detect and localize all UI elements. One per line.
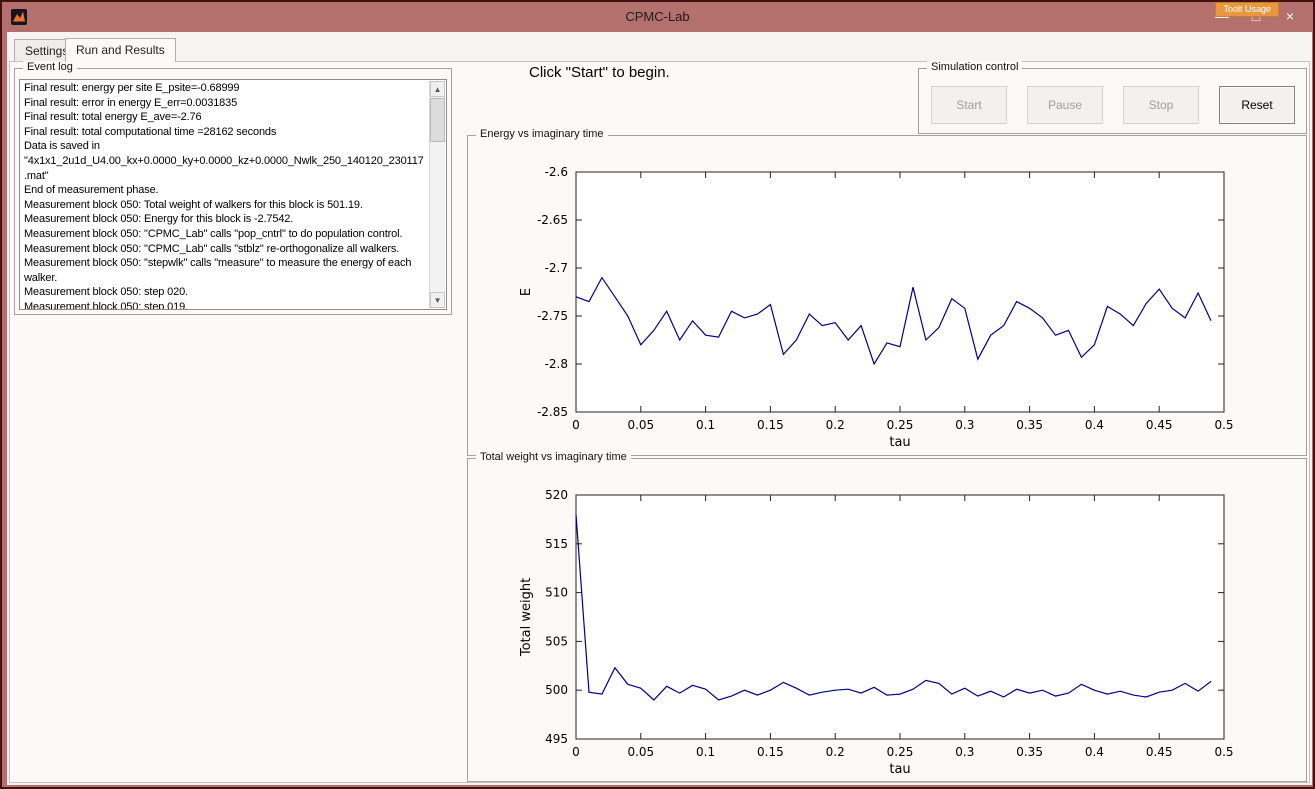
start-button[interactable]: Start <box>931 86 1007 124</box>
svg-text:0: 0 <box>572 418 580 432</box>
log-line: Measurement block 050: Energy for this b… <box>24 212 424 227</box>
log-line: Final result: total energy E_ave=-2.76 <box>24 110 424 125</box>
svg-text:tau: tau <box>889 762 910 777</box>
energy-chart: 0 0.05 0.1 0.15 0.2 0.25 0.3 0.35 0.4 0.45 0.5 -2.8… <box>468 136 1306 454</box>
svg-text:0.4: 0.4 <box>1085 745 1104 759</box>
scroll-up-icon[interactable]: ▲ <box>430 81 445 97</box>
simulation-control-group: Simulation control Start Pause Stop Rese… <box>918 68 1307 134</box>
window-title: CPMC-Lab <box>2 2 1313 32</box>
svg-text:0.1: 0.1 <box>696 418 715 432</box>
svg-text:-2.85: -2.85 <box>537 405 568 419</box>
app-window: CPMC-Lab — □ × Toolt Usage Settings Run … <box>0 0 1315 789</box>
tooltip: Toolt Usage <box>1215 2 1279 17</box>
matlab-app-icon <box>11 9 27 25</box>
event-log-scrollbar[interactable]: ▲ ▼ <box>429 81 445 308</box>
log-line: Final result: energy per site E_psite=-0… <box>24 81 424 96</box>
energy-chart-group: Energy vs imaginary time 00.050.10.150.2… <box>467 135 1307 456</box>
log-line: Measurement block 050: step 020. <box>24 285 424 300</box>
svg-text:0.5: 0.5 <box>1214 745 1233 759</box>
event-log-text[interactable]: Final result: energy per site E_psite=-0… <box>19 79 447 310</box>
svg-text:tau: tau <box>889 435 910 450</box>
log-line: Final result: error in energy E_err=0.00… <box>24 96 424 111</box>
status-message: Click "Start" to begin. <box>529 64 670 81</box>
svg-text:515: 515 <box>545 537 568 551</box>
svg-text:520: 520 <box>545 488 568 502</box>
log-line: Final result: total computational time =… <box>24 125 424 140</box>
svg-text:-2.6: -2.6 <box>545 165 568 179</box>
stop-button[interactable]: Stop <box>1123 86 1199 124</box>
svg-text:505: 505 <box>545 634 568 648</box>
titlebar: CPMC-Lab — □ × Toolt Usage <box>2 2 1313 32</box>
svg-text:0.5: 0.5 <box>1214 418 1233 432</box>
log-line: Measurement block 050: step 019. <box>24 300 424 310</box>
scroll-thumb[interactable] <box>430 98 445 142</box>
log-line: Measurement block 050: "CPMC_Lab" calls … <box>24 242 424 257</box>
reset-button[interactable]: Reset <box>1219 86 1295 124</box>
svg-text:0.3: 0.3 <box>955 745 974 759</box>
log-line: Data is saved in <box>24 139 424 154</box>
log-lines: Final result: energy per site E_psite=-0… <box>24 81 424 310</box>
svg-text:0.2: 0.2 <box>826 418 845 432</box>
svg-text:0.1: 0.1 <box>696 745 715 759</box>
svg-text:0.45: 0.45 <box>1146 745 1173 759</box>
svg-text:0.15: 0.15 <box>757 418 784 432</box>
close-icon[interactable]: × <box>1283 9 1297 23</box>
tab-run-and-results[interactable]: Run and Results <box>65 38 176 62</box>
log-line: Measurement block 050: "stepwlk" calls "… <box>24 256 424 285</box>
svg-text:500: 500 <box>545 683 568 697</box>
svg-text:0.15: 0.15 <box>757 745 784 759</box>
svg-text:-2.8: -2.8 <box>545 357 568 371</box>
svg-text:-2.7: -2.7 <box>545 261 568 275</box>
svg-text:-2.75: -2.75 <box>537 309 568 323</box>
log-line: "4x1x1_2u1d_U4.00_kx+0.0000_ky+0.0000_kz… <box>24 154 424 183</box>
svg-text:0.25: 0.25 <box>887 418 914 432</box>
svg-text:Total weight: Total weight <box>519 578 534 657</box>
log-line: Measurement block 050: "CPMC_Lab" calls … <box>24 227 424 242</box>
log-line: End of measurement phase. <box>24 183 424 198</box>
svg-text:0: 0 <box>572 745 580 759</box>
svg-text:E: E <box>519 288 534 296</box>
svg-text:-2.65: -2.65 <box>537 213 568 227</box>
svg-text:0.05: 0.05 <box>627 418 654 432</box>
svg-text:0.2: 0.2 <box>826 745 845 759</box>
svg-text:0.35: 0.35 <box>1016 418 1043 432</box>
svg-text:495: 495 <box>545 732 568 746</box>
pause-button[interactable]: Pause <box>1027 86 1103 124</box>
svg-text:0.25: 0.25 <box>887 745 914 759</box>
svg-text:510: 510 <box>545 586 568 600</box>
event-log-group: Event log Final result: energy per site … <box>14 68 452 315</box>
svg-text:0.35: 0.35 <box>1016 745 1043 759</box>
main-content: Settings Run and Results Event log Final… <box>7 32 1312 785</box>
svg-text:0.3: 0.3 <box>955 418 974 432</box>
svg-text:0.45: 0.45 <box>1146 418 1173 432</box>
log-line: Measurement block 050: Total weight of w… <box>24 198 424 213</box>
event-log-label: Event log <box>23 61 77 73</box>
svg-text:0.4: 0.4 <box>1085 418 1104 432</box>
simulation-control-label: Simulation control <box>927 61 1022 73</box>
weight-chart-group: Total weight vs imaginary time 00.050.10… <box>467 458 1307 782</box>
svg-text:0.05: 0.05 <box>627 745 654 759</box>
weight-chart: 0 0.05 0.1 0.15 0.2 0.25 0.3 0.35 0.4 0.45 0.5 495 5… <box>468 459 1306 781</box>
scroll-down-icon[interactable]: ▼ <box>430 292 445 308</box>
